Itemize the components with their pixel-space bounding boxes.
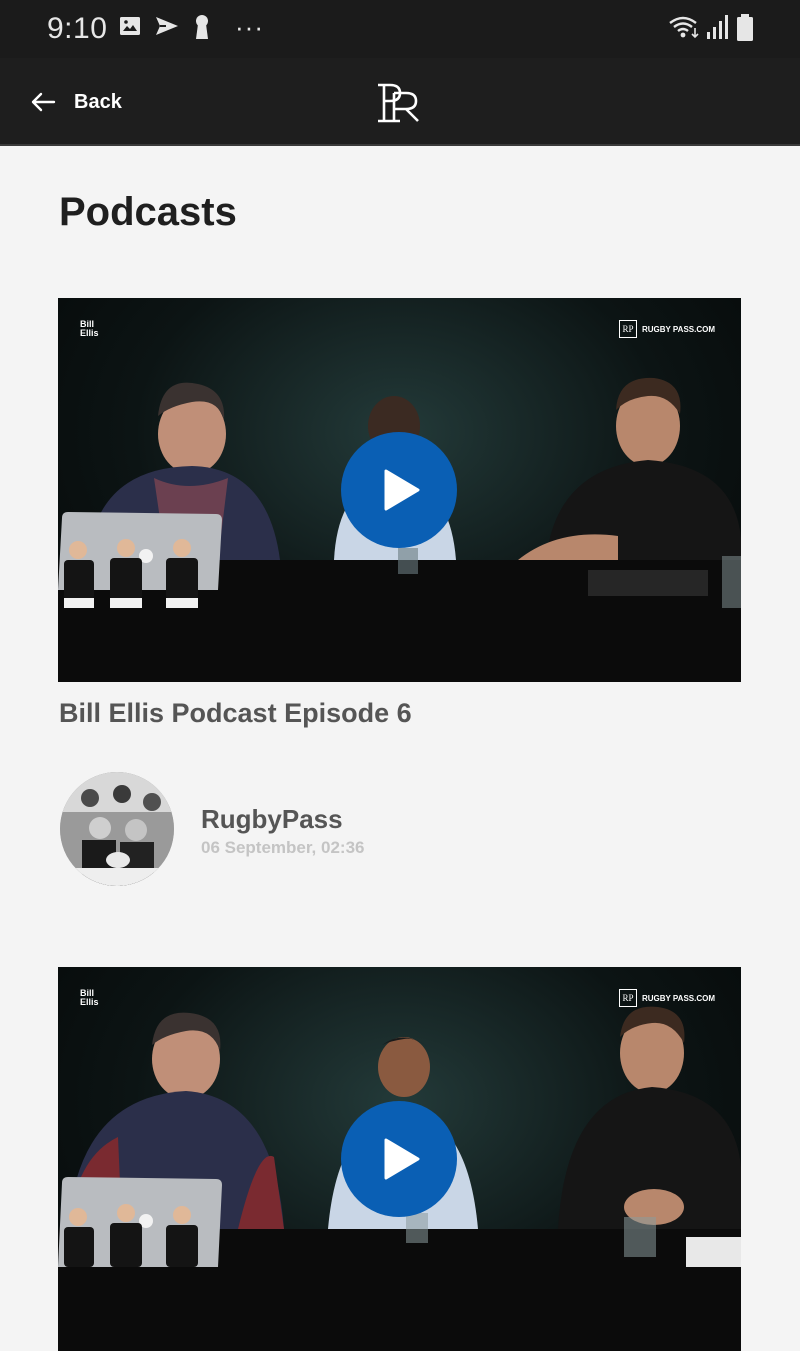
author-row[interactable]: RugbyPass 06 September, 02:36 (60, 772, 660, 890)
publish-date: 06 September, 02:36 (201, 838, 365, 857)
play-icon (384, 1138, 420, 1180)
send-icon (156, 17, 178, 35)
brand-watermark-left: Bill Ellis (80, 988, 99, 1007)
back-label: Back (74, 90, 122, 113)
card-title[interactable]: Bill Ellis Podcast Episode 6 (59, 698, 412, 729)
play-icon (384, 469, 420, 511)
signal-icon (707, 15, 728, 39)
back-button[interactable]: Back (30, 86, 122, 118)
battery-icon (737, 14, 753, 41)
arrow-left-icon (31, 92, 56, 112)
app-header: Back (0, 58, 800, 146)
brand-text: RUGBY PASS.COM (641, 324, 715, 334)
more-indicator: ··· (235, 12, 264, 42)
rugbypass-logo[interactable] (376, 79, 424, 125)
author-name[interactable]: RugbyPass (201, 804, 343, 835)
play-button[interactable] (341, 1101, 457, 1217)
video-thumbnail[interactable]: Bill Ellis RP RUGBY PASS.COM (58, 967, 741, 1351)
podcast-card[interactable]: Bill Ellis RP RUGBY PASS.COM Bill Ellis … (58, 298, 741, 886)
podcast-card[interactable]: Bill Ellis RP RUGBY PASS.COM (58, 967, 741, 1351)
play-button[interactable] (341, 432, 457, 548)
status-bar: 9:10 ··· (0, 0, 800, 58)
avatar-photo (60, 772, 174, 886)
image-icon (120, 17, 140, 35)
brand-text: RUGBY PASS.COM (641, 993, 715, 1003)
rp-mini-logo: RP (618, 989, 637, 1007)
author-avatar[interactable] (60, 772, 174, 886)
rp-mini-logo: RP (618, 320, 637, 338)
keyhole-icon (196, 15, 208, 39)
brand-watermark-right: RP RUGBY PASS.COM (618, 320, 715, 338)
brand-watermark-right: RP RUGBY PASS.COM (618, 989, 715, 1007)
wifi-icon (669, 16, 699, 39)
brand-watermark-left: Bill Ellis (80, 319, 99, 338)
page-title: Podcasts (59, 190, 237, 234)
status-time: 9:10 (47, 12, 108, 45)
video-thumbnail[interactable]: Bill Ellis RP RUGBY PASS.COM (58, 298, 741, 682)
